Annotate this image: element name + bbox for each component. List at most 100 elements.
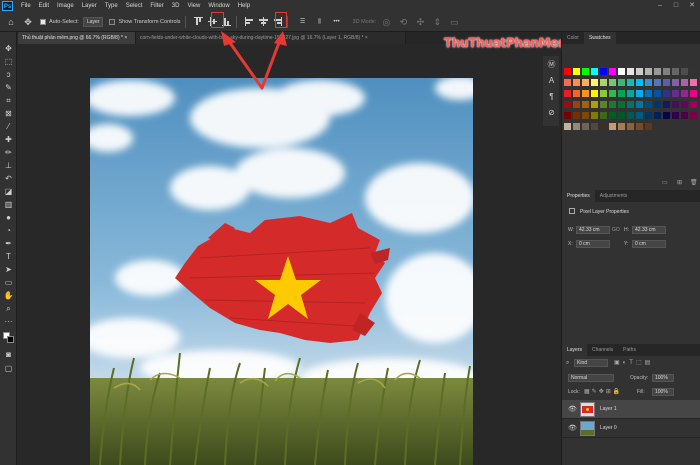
- color-swatch[interactable]: [627, 68, 634, 75]
- color-swatch[interactable]: [609, 68, 616, 75]
- color-swatch[interactable]: [681, 112, 688, 119]
- paragraph-panel-icon[interactable]: ¶: [546, 92, 557, 102]
- color-swatch[interactable]: [618, 112, 625, 119]
- color-swatch[interactable]: [591, 112, 598, 119]
- color-swatch[interactable]: [582, 90, 589, 97]
- color-swatch[interactable]: [600, 101, 607, 108]
- color-swatch[interactable]: [600, 68, 607, 75]
- color-swatch[interactable]: [618, 68, 625, 75]
- color-swatch[interactable]: [609, 79, 616, 86]
- color-swatch[interactable]: [663, 90, 670, 97]
- color-swatch[interactable]: [645, 123, 652, 130]
- y-field[interactable]: 0 cm: [632, 240, 666, 248]
- color-swatch[interactable]: [627, 101, 634, 108]
- visibility-eye-icon[interactable]: 👁: [568, 424, 577, 432]
- history-panel-icon[interactable]: ⊘: [546, 108, 557, 118]
- color-swatch[interactable]: [627, 90, 634, 97]
- color-swatch[interactable]: [654, 101, 661, 108]
- visibility-eye-icon[interactable]: 👁: [568, 405, 577, 413]
- link-dimensions-icon[interactable]: GO: [612, 227, 620, 233]
- color-swatch[interactable]: [645, 112, 652, 119]
- color-panel-icon[interactable]: Ⓜ: [546, 60, 557, 70]
- color-swatch[interactable]: [591, 79, 598, 86]
- color-swatch[interactable]: [690, 101, 697, 108]
- color-swatch[interactable]: [636, 90, 643, 97]
- color-swatch[interactable]: [591, 101, 598, 108]
- fill-field[interactable]: 100%: [652, 388, 674, 396]
- color-swatch[interactable]: [600, 123, 607, 130]
- color-swatch[interactable]: [564, 101, 571, 108]
- blend-mode-dropdown[interactable]: Normal: [568, 374, 614, 382]
- tab-adjustments[interactable]: Adjustments: [595, 190, 633, 202]
- color-swatch[interactable]: [573, 101, 580, 108]
- color-swatch[interactable]: [582, 112, 589, 119]
- color-swatch[interactable]: [663, 79, 670, 86]
- color-swatch[interactable]: [681, 90, 688, 97]
- color-swatch[interactable]: [573, 90, 580, 97]
- color-swatch[interactable]: [618, 90, 625, 97]
- layer-row-layer-0[interactable]: 👁 Layer 0: [562, 419, 700, 438]
- tab-paths[interactable]: Paths: [618, 344, 641, 356]
- color-swatch[interactable]: [618, 101, 625, 108]
- width-field[interactable]: 42.33 cm: [576, 226, 610, 234]
- color-swatch[interactable]: [618, 123, 625, 130]
- color-swatch[interactable]: [627, 123, 634, 130]
- color-swatch[interactable]: [627, 79, 634, 86]
- color-swatch[interactable]: [609, 90, 616, 97]
- color-swatch[interactable]: [654, 112, 661, 119]
- color-swatch[interactable]: [609, 112, 616, 119]
- tab-properties[interactable]: Properties: [562, 190, 595, 202]
- color-swatch[interactable]: [654, 68, 661, 75]
- color-swatch[interactable]: [564, 112, 571, 119]
- color-swatch[interactable]: [672, 112, 679, 119]
- color-swatch[interactable]: [663, 68, 670, 75]
- color-swatch[interactable]: [618, 79, 625, 86]
- color-swatch[interactable]: [645, 90, 652, 97]
- layer-name[interactable]: Layer 0: [600, 425, 617, 431]
- tab-layers[interactable]: Layers: [562, 344, 588, 356]
- new-swatch-group-icon[interactable]: ▭: [662, 179, 668, 186]
- height-field[interactable]: 42.33 cm: [632, 226, 666, 234]
- color-swatch[interactable]: [609, 101, 616, 108]
- lock-icons[interactable]: ▦✎✥⊞🔒: [584, 388, 622, 395]
- color-swatch[interactable]: [672, 90, 679, 97]
- filter-type-icons[interactable]: ▣◐T⬚▤: [614, 359, 653, 366]
- layer-filter-dropdown[interactable]: Kind: [574, 359, 608, 367]
- color-swatch[interactable]: [564, 123, 571, 130]
- color-swatch[interactable]: [600, 90, 607, 97]
- color-swatch[interactable]: [645, 79, 652, 86]
- character-panel-icon[interactable]: A: [546, 76, 557, 86]
- color-swatch[interactable]: [600, 112, 607, 119]
- color-swatch[interactable]: [690, 112, 697, 119]
- color-swatch[interactable]: [573, 79, 580, 86]
- tab-color[interactable]: Color: [562, 32, 584, 44]
- color-swatch[interactable]: [654, 90, 661, 97]
- color-swatch[interactable]: [690, 68, 697, 75]
- color-swatch[interactable]: [591, 68, 598, 75]
- color-swatch[interactable]: [654, 79, 661, 86]
- color-swatch[interactable]: [636, 123, 643, 130]
- tab-swatches[interactable]: Swatches: [583, 32, 616, 44]
- color-swatch[interactable]: [573, 123, 580, 130]
- color-swatch[interactable]: [564, 79, 571, 86]
- layer-name[interactable]: Layer 1: [600, 406, 617, 412]
- color-swatch[interactable]: [582, 68, 589, 75]
- color-swatch[interactable]: [564, 90, 571, 97]
- color-swatch[interactable]: [681, 79, 688, 86]
- color-swatch[interactable]: [681, 68, 688, 75]
- delete-swatch-icon[interactable]: 🗑: [690, 179, 698, 186]
- color-swatch[interactable]: [690, 79, 697, 86]
- color-swatch[interactable]: [591, 123, 598, 130]
- color-swatch[interactable]: [663, 112, 670, 119]
- new-swatch-icon[interactable]: ⊞: [677, 179, 682, 186]
- color-swatch[interactable]: [591, 90, 598, 97]
- color-swatch[interactable]: [672, 101, 679, 108]
- color-swatch[interactable]: [600, 79, 607, 86]
- color-swatch[interactable]: [573, 68, 580, 75]
- color-swatch[interactable]: [636, 112, 643, 119]
- color-swatch[interactable]: [582, 101, 589, 108]
- opacity-field[interactable]: 100%: [652, 374, 674, 382]
- x-field[interactable]: 0 cm: [576, 240, 610, 248]
- tab-channels[interactable]: Channels: [587, 344, 618, 356]
- color-swatch[interactable]: [690, 90, 697, 97]
